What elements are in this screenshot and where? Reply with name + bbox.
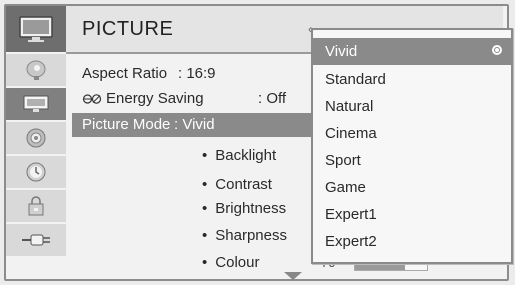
lock-icon <box>28 196 44 216</box>
dropdown-option-standard[interactable]: Standard <box>313 66 511 93</box>
radio-selected-icon <box>492 45 502 55</box>
dropdown-option-vivid[interactable]: Vivid <box>313 38 511 65</box>
picture-mode-value: : Vivid <box>174 116 215 133</box>
menu-sub-colour[interactable]: • Colour <box>202 254 259 271</box>
dropdown-option-cinema[interactable]: Cinema <box>313 120 511 147</box>
input-plug-icon <box>22 234 50 246</box>
sidebar-item-setup[interactable] <box>6 54 66 88</box>
aspect-ratio-label: Aspect Ratio <box>82 65 168 82</box>
sharpness-label: Sharpness <box>215 227 287 244</box>
menu-row-picture-mode[interactable]: Picture Mode : Vivid <box>72 113 322 137</box>
satellite-dish-icon <box>26 60 46 80</box>
backlight-label: Backlight <box>215 147 277 164</box>
dropdown-option-sport[interactable]: Sport <box>313 147 511 174</box>
dropdown-option-expert1[interactable]: Expert1 <box>313 201 511 228</box>
page-title: PICTURE <box>82 18 174 40</box>
dropdown-option-game[interactable]: Game <box>313 174 511 201</box>
colour-label: Colour <box>215 254 260 271</box>
sidebar-item-picture-settings[interactable] <box>6 88 66 122</box>
picture-mode-dropdown: Vivid Standard Natural Cinema Sport Game… <box>311 28 513 264</box>
dropdown-option-expert2[interactable]: Expert2 <box>313 228 511 255</box>
tv-menu-screen: PICTURE ‹ Aspect Ratio : 16:9 Energy Sav… <box>0 0 515 285</box>
menu-sub-brightness[interactable]: • Brightness <box>202 200 286 217</box>
sidebar-item-audio[interactable] <box>6 122 66 156</box>
energy-saving-label: Energy Saving <box>106 90 204 107</box>
sidebar-item-picture[interactable] <box>6 6 66 54</box>
sidebar-item-lock[interactable] <box>6 190 66 224</box>
tv-icon <box>19 16 53 42</box>
speaker-icon <box>26 128 46 148</box>
scroll-down-arrow-icon[interactable] <box>284 272 302 280</box>
eco-energy-icon <box>82 90 102 107</box>
picture-mode-label: Picture Mode <box>82 116 171 133</box>
sidebar-item-time[interactable] <box>6 156 66 190</box>
aspect-ratio-value: : 16:9 <box>178 65 216 82</box>
menu-sub-contrast[interactable]: • Contrast <box>202 176 272 193</box>
energy-saving-value: : Off <box>258 90 287 107</box>
brightness-label: Brightness <box>215 200 287 217</box>
category-sidebar <box>6 6 66 279</box>
clock-icon <box>26 162 46 182</box>
menu-sub-backlight[interactable]: • Backlight <box>202 147 276 164</box>
dropdown-option-natural[interactable]: Natural <box>313 93 511 120</box>
monitor-icon <box>23 95 49 112</box>
contrast-label: Contrast <box>215 176 272 193</box>
menu-sub-sharpness[interactable]: • Sharpness <box>202 227 287 244</box>
sidebar-item-input[interactable] <box>6 224 66 258</box>
